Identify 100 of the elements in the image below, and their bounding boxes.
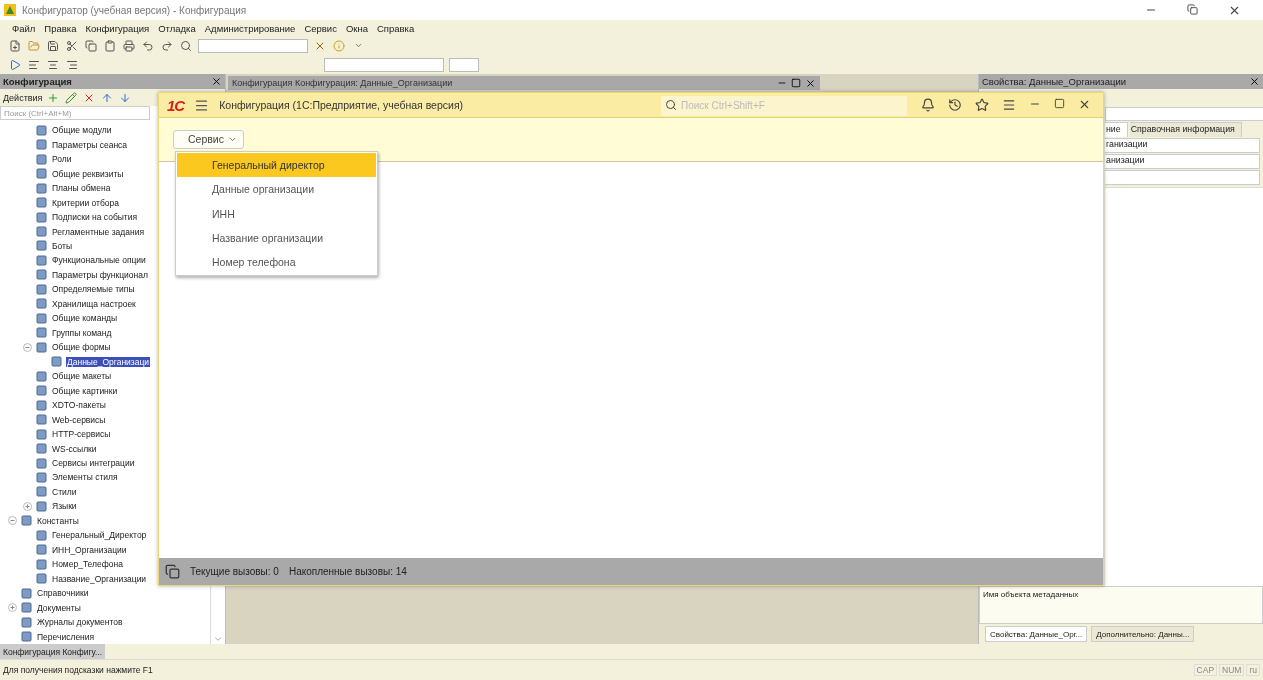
search-icon[interactable] <box>179 38 193 53</box>
service-button[interactable]: Сервис <box>173 129 244 149</box>
size-field[interactable] <box>449 57 479 72</box>
tree-item[interactable]: Определяемые типы <box>51 284 136 295</box>
node-icon <box>36 139 47 151</box>
menu-item[interactable]: Окна <box>345 22 368 34</box>
property-field[interactable] <box>1105 170 1260 185</box>
tree-item[interactable]: Общие реквизиты <box>51 168 125 179</box>
search-field[interactable] <box>1105 107 1263 121</box>
menu-item[interactable]: Номер телефона <box>177 250 376 275</box>
tree-item[interactable]: Данные_Организаци <box>66 356 151 367</box>
restore-icon[interactable] <box>1187 3 1198 15</box>
new-file-icon[interactable] <box>8 38 22 53</box>
tree-item[interactable]: Web-сервисы <box>51 414 107 425</box>
tree-item[interactable]: Название_Организации <box>51 573 148 584</box>
menu-item[interactable]: Файл <box>12 22 36 34</box>
windows-icon[interactable] <box>165 564 180 579</box>
redo-icon[interactable] <box>160 38 174 53</box>
search-field[interactable]: Поиск (Ctrl+Alt+M) <box>0 106 150 120</box>
play-icon[interactable] <box>8 57 22 72</box>
tree-item[interactable]: Параметры функционал <box>51 269 149 280</box>
tree-item[interactable]: Функциональные опции <box>51 255 147 266</box>
tree-item[interactable]: Роли <box>51 154 73 165</box>
node-icon <box>36 254 47 266</box>
menu-item[interactable]: ИНН <box>177 201 376 226</box>
tree-item[interactable]: Журналы документов <box>36 617 124 628</box>
node-icon <box>36 558 47 570</box>
bell-icon[interactable] <box>921 98 935 112</box>
search-field[interactable] <box>198 38 308 53</box>
tree-item[interactable]: Планы обмена <box>51 183 112 194</box>
tree-item[interactable]: Подписки на события <box>51 212 139 223</box>
menu-item[interactable]: Данные организации <box>177 177 376 202</box>
taskbar-item[interactable]: Конфигурация Конфигу... <box>0 644 106 659</box>
close-icon[interactable] <box>805 77 816 89</box>
tree-item[interactable]: Общие команды <box>51 313 119 324</box>
maximize-icon[interactable] <box>1054 98 1065 109</box>
tree-item[interactable]: HTTP-сервисы <box>51 429 112 440</box>
tree-item[interactable]: Перечисления <box>36 631 96 642</box>
close-icon[interactable] <box>1078 98 1091 111</box>
menu-item[interactable]: Справка <box>377 22 415 34</box>
close-icon[interactable] <box>211 76 222 87</box>
expand-icon[interactable] <box>23 501 32 511</box>
print-icon[interactable] <box>122 38 136 53</box>
tree-item[interactable]: ИНН_Организации <box>51 544 128 555</box>
panel-tab[interactable]: Дополнительно: Данны... <box>1091 626 1195 642</box>
tree-item[interactable]: WS-ссылки <box>51 443 98 454</box>
node-icon <box>36 182 47 194</box>
search-field[interactable]: Поиск Ctrl+Shift+F <box>661 95 907 116</box>
collapse-icon[interactable] <box>23 342 32 352</box>
tab[interactable]: Справочная информация <box>1129 122 1242 137</box>
tree-item[interactable]: Справочники <box>36 588 90 599</box>
panel-tab[interactable]: Свойства: Данные_Орг... <box>985 626 1088 642</box>
menu-item[interactable]: Генеральный директор <box>177 153 376 178</box>
collapse-icon[interactable] <box>8 516 17 526</box>
cut-icon[interactable] <box>65 38 79 53</box>
menu-item[interactable]: Администрирование <box>204 22 296 34</box>
maximize-icon[interactable] <box>791 78 801 88</box>
undo-icon[interactable] <box>141 38 155 53</box>
close-icon[interactable] <box>1249 76 1260 87</box>
tree-item[interactable]: Боты <box>51 241 74 251</box>
menu-icon[interactable] <box>194 97 210 113</box>
star-icon[interactable] <box>975 98 989 112</box>
paste-icon[interactable] <box>103 38 117 53</box>
expand-icon[interactable] <box>8 603 17 613</box>
save-icon[interactable] <box>46 38 60 53</box>
tree-item[interactable]: Хранилища настроек <box>51 298 137 309</box>
tree-item[interactable]: Критерии отбора <box>51 197 121 208</box>
tree-item[interactable]: Общие макеты <box>51 371 113 382</box>
menu-item[interactable]: Сервис <box>304 22 337 34</box>
actions-menu[interactable]: Действия <box>3 92 43 103</box>
menu-item[interactable]: Конфигурация <box>85 22 150 34</box>
tree-item[interactable]: Константы <box>36 515 80 526</box>
status-indicator: CAP <box>1193 663 1218 676</box>
tree-item[interactable]: Документы <box>36 602 82 613</box>
tree-item[interactable]: Регламентные задания <box>51 226 146 237</box>
node-icon <box>21 631 32 643</box>
property-field[interactable]: анизации <box>1105 154 1260 169</box>
tree-item[interactable]: Стили <box>51 486 78 497</box>
tree-item[interactable]: XDTO-пакеты <box>51 400 107 411</box>
menu-item[interactable]: Название организации <box>177 225 376 251</box>
tree-item[interactable]: Общие формы <box>51 342 112 353</box>
tree-item[interactable]: Сервисы интеграции <box>51 458 136 468</box>
property-field[interactable]: ганизации <box>1105 138 1260 153</box>
tree-item[interactable]: Языки <box>51 501 78 512</box>
footer-text: Текущие вызовы: 0 <box>190 566 279 577</box>
menu-item[interactable]: Правка <box>44 22 77 34</box>
tab[interactable]: ние <box>1105 122 1128 137</box>
edit-icon[interactable] <box>64 90 79 105</box>
tree-item[interactable]: Параметры сеанса <box>51 139 129 150</box>
tree-item[interactable]: Генеральный_Директор <box>51 530 148 541</box>
tree-item[interactable]: Элементы стиля <box>51 472 119 483</box>
tree-item[interactable]: Общие модули <box>51 125 113 136</box>
history-icon[interactable] <box>948 98 962 112</box>
font-field[interactable] <box>324 57 444 72</box>
tree-item[interactable]: Номер_Телефона <box>51 559 124 570</box>
description-text: Имя объекта метаданных <box>979 586 1263 624</box>
copy-icon[interactable] <box>84 38 98 53</box>
tree-item[interactable]: Общие картинки <box>51 385 119 396</box>
menu-item[interactable]: Отладка <box>158 22 196 34</box>
tree-item[interactable]: Группы команд <box>51 327 113 338</box>
